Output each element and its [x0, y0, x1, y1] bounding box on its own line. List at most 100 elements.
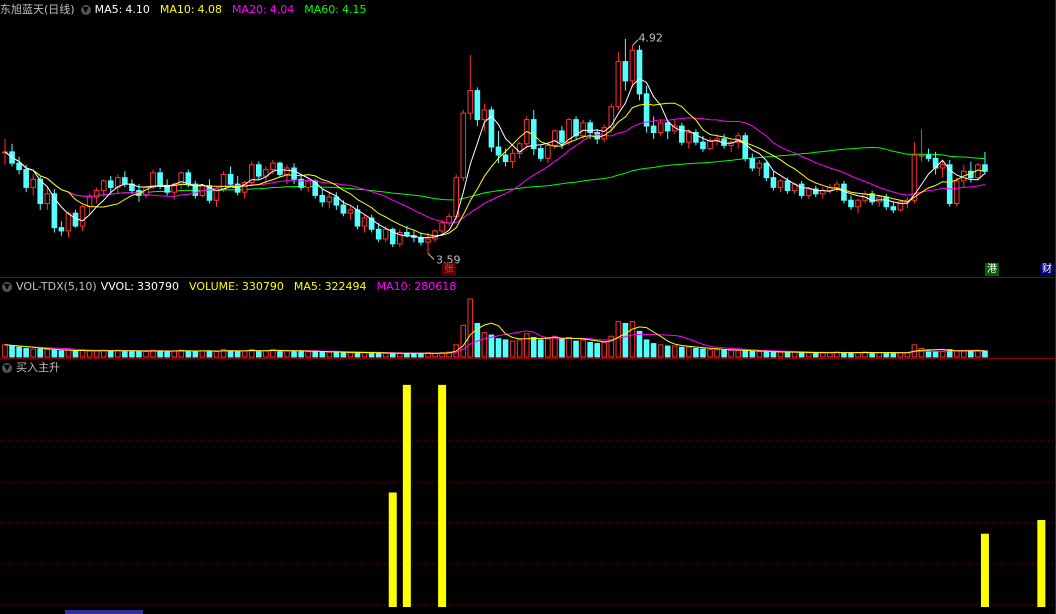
volume-bar: [122, 350, 128, 358]
candle: [827, 184, 833, 194]
candle: [629, 45, 636, 88]
candle-body: [326, 196, 333, 203]
volume-bar: [587, 341, 593, 358]
candle: [467, 55, 474, 120]
candle: [693, 129, 699, 146]
candle-body: [784, 180, 791, 192]
volume-bar: [516, 339, 523, 358]
candle: [869, 190, 875, 206]
candle: [777, 179, 784, 193]
candle: [474, 87, 481, 127]
volume-bar: [389, 352, 396, 358]
candle-body: [425, 238, 431, 243]
candle: [488, 106, 495, 152]
volume-bar: [798, 352, 805, 358]
panel-dividers: [0, 0, 1056, 614]
volume-bar: [968, 351, 974, 358]
event-badge-cai[interactable]: 财: [1040, 263, 1054, 276]
candle-body: [742, 135, 749, 159]
volume-bar: [361, 352, 368, 358]
volume-bar: [2, 344, 8, 358]
volume-bar: [397, 352, 403, 358]
candle-body: [404, 232, 410, 237]
volume-bar: [206, 350, 213, 358]
candle-body: [848, 199, 854, 208]
volume-bar: [72, 350, 79, 358]
volume-bar: [601, 341, 608, 358]
candle: [756, 159, 763, 177]
volume-bar: [721, 349, 727, 358]
candle-body: [65, 212, 72, 232]
scroll-thumb: [65, 610, 143, 614]
volume-bar: [841, 352, 847, 358]
high-price-label: 4.92: [638, 31, 663, 44]
price-indicators: MA5: 4.10 MA10: 4.08 MA20: 4.04 MA60: 4.15: [95, 3, 377, 16]
volume-bar: [671, 345, 678, 358]
chevron-down-icon[interactable]: ▼: [2, 363, 12, 373]
volume-bar: [234, 351, 241, 358]
volume-bar: [812, 352, 819, 358]
candle-body: [107, 180, 114, 188]
candle: [425, 232, 431, 254]
candle-body: [509, 152, 516, 163]
chevron-down-icon[interactable]: ▼: [2, 282, 12, 292]
candle-body: [749, 157, 756, 169]
candle: [538, 145, 544, 162]
volume-bar: [763, 351, 770, 358]
candle-body: [664, 122, 671, 132]
volume-indicators: VVOL: 330790 VOLUME: 330790 MA5: 322494 MA10: 2…: [101, 280, 467, 293]
indicator-3: MA60: 4.15: [304, 3, 372, 16]
candle-body: [763, 162, 770, 179]
indicator-value: 4.15: [341, 3, 367, 16]
volume-bar: [643, 339, 650, 358]
candle: [2, 138, 8, 165]
candle: [679, 122, 685, 146]
candle-body: [100, 180, 107, 192]
candle-body: [650, 125, 657, 134]
candle-body: [439, 222, 445, 232]
volume-bar: [382, 352, 389, 358]
volume-bar: [777, 351, 784, 358]
candle-body: [834, 183, 840, 188]
candle: [298, 174, 304, 191]
candle: [143, 185, 149, 199]
volume-bar: [756, 351, 763, 358]
signal-bar: [402, 384, 411, 607]
candle: [650, 116, 657, 139]
volume-bar: [559, 338, 565, 358]
candle-body: [552, 130, 558, 146]
stock-title: 东旭蓝天(日线): [0, 3, 75, 16]
volume-bar: [107, 350, 114, 358]
candle: [876, 195, 883, 207]
event-badge-gang[interactable]: 港: [985, 263, 999, 276]
volume-bar: [65, 349, 72, 358]
volume-bar: [939, 351, 946, 358]
indicator-label: MA10:: [376, 280, 412, 293]
candle: [446, 213, 452, 227]
volume-bar: [340, 352, 347, 358]
stock-chart[interactable]: 4.923.59: [0, 0, 1056, 614]
chevron-down-icon[interactable]: ▼: [80, 5, 91, 15]
indicator-0: VVOL: 330790: [101, 280, 185, 293]
candle-body: [122, 177, 128, 185]
indicator-1: MA10: 4.08: [160, 3, 228, 16]
low-pointer: [427, 253, 435, 260]
volume-bar: [679, 346, 685, 358]
candle: [79, 205, 86, 231]
volume-bar: [530, 336, 537, 358]
candle-body: [932, 157, 939, 169]
event-badge-zhang[interactable]: 张: [442, 263, 456, 276]
candle: [107, 176, 114, 193]
candle: [248, 161, 255, 186]
candle: [671, 119, 678, 135]
indicator-2: MA5: 322494: [294, 280, 373, 293]
indicator-label: MA10:: [159, 3, 195, 16]
volume-bar: [368, 352, 375, 358]
volume-bar: [347, 352, 354, 358]
moving-average-lines: [4, 77, 986, 239]
volume-bar: [79, 349, 86, 358]
candle: [636, 45, 643, 101]
candle: [9, 143, 15, 167]
volume-bar: [213, 351, 220, 358]
candle-body: [460, 112, 467, 179]
